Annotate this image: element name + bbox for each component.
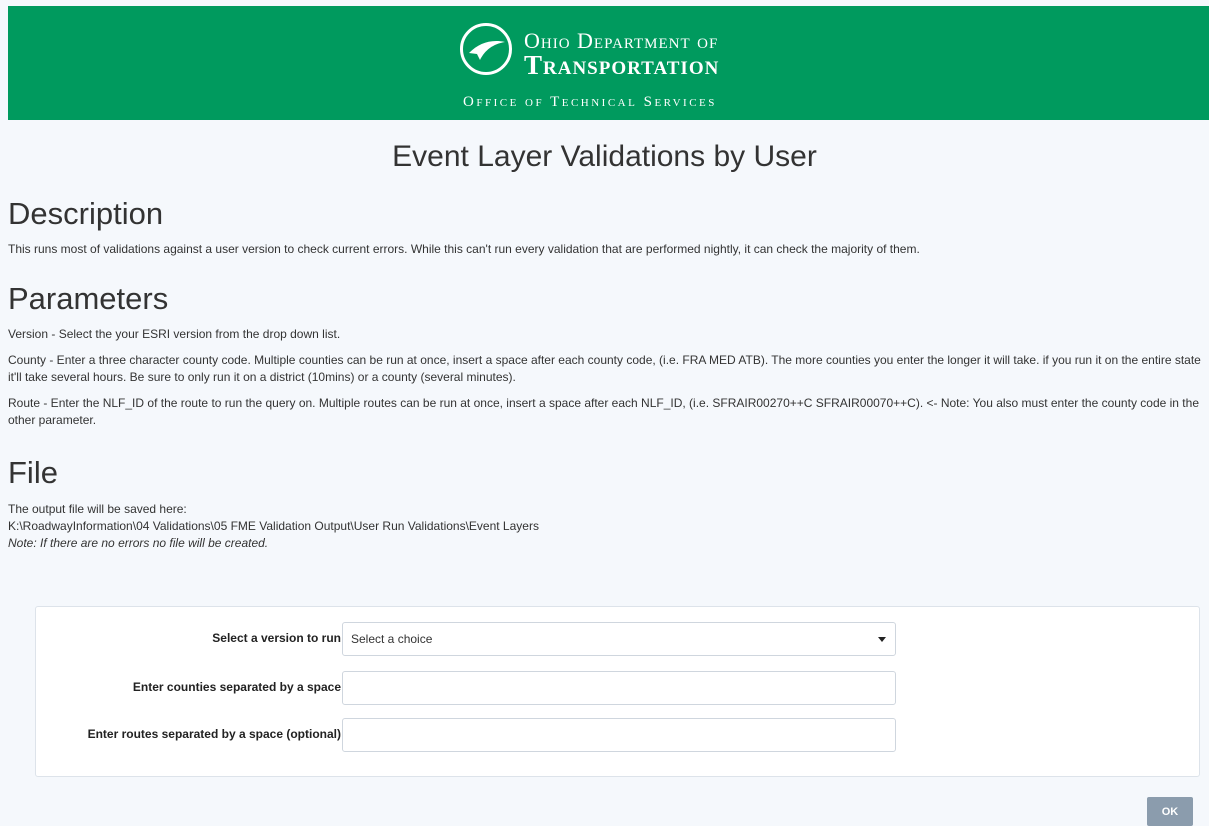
file-intro-text: The output file will be saved here: — [8, 502, 187, 516]
description-text: This runs most of validations against a … — [8, 242, 920, 256]
version-label: Select a version to run — [212, 631, 341, 645]
counties-label: Enter counties separated by a space — [132, 680, 341, 694]
file-output-path: K:\RoadwayInformation\04 Validations\05 … — [8, 519, 539, 533]
page-title: Event Layer Validations by User — [392, 140, 817, 173]
file-note: Note: If there are no errors no file wil… — [8, 536, 269, 550]
ok-button[interactable]: OK — [1147, 797, 1193, 826]
parameter-version-text: Version - Select the your ESRI version f… — [8, 327, 341, 341]
header-transportation-line: Transportation — [524, 50, 720, 80]
version-select-value: Select a choice — [351, 632, 433, 646]
parameter-county-text: County - Enter a three character county … — [8, 353, 1201, 384]
routes-label: Enter routes separated by a space (optio… — [87, 727, 341, 741]
parameter-route-text: Route - Enter the NLF_ID of the route to… — [8, 396, 1199, 427]
version-select[interactable]: Select a choice — [342, 622, 896, 656]
file-heading: File — [8, 455, 58, 490]
form-panel: Select a version to run Select a choice … — [35, 606, 1200, 777]
description-heading: Description — [8, 196, 164, 231]
caret-down-icon — [878, 637, 886, 642]
odot-logo-icon — [460, 23, 512, 75]
site-header: Ohio Department of Transportation Office… — [8, 6, 1209, 120]
parameters-heading: Parameters — [8, 281, 169, 316]
counties-input[interactable] — [342, 671, 896, 705]
header-office-line: Office of Technical Services — [463, 94, 717, 110]
routes-input[interactable] — [342, 718, 896, 752]
